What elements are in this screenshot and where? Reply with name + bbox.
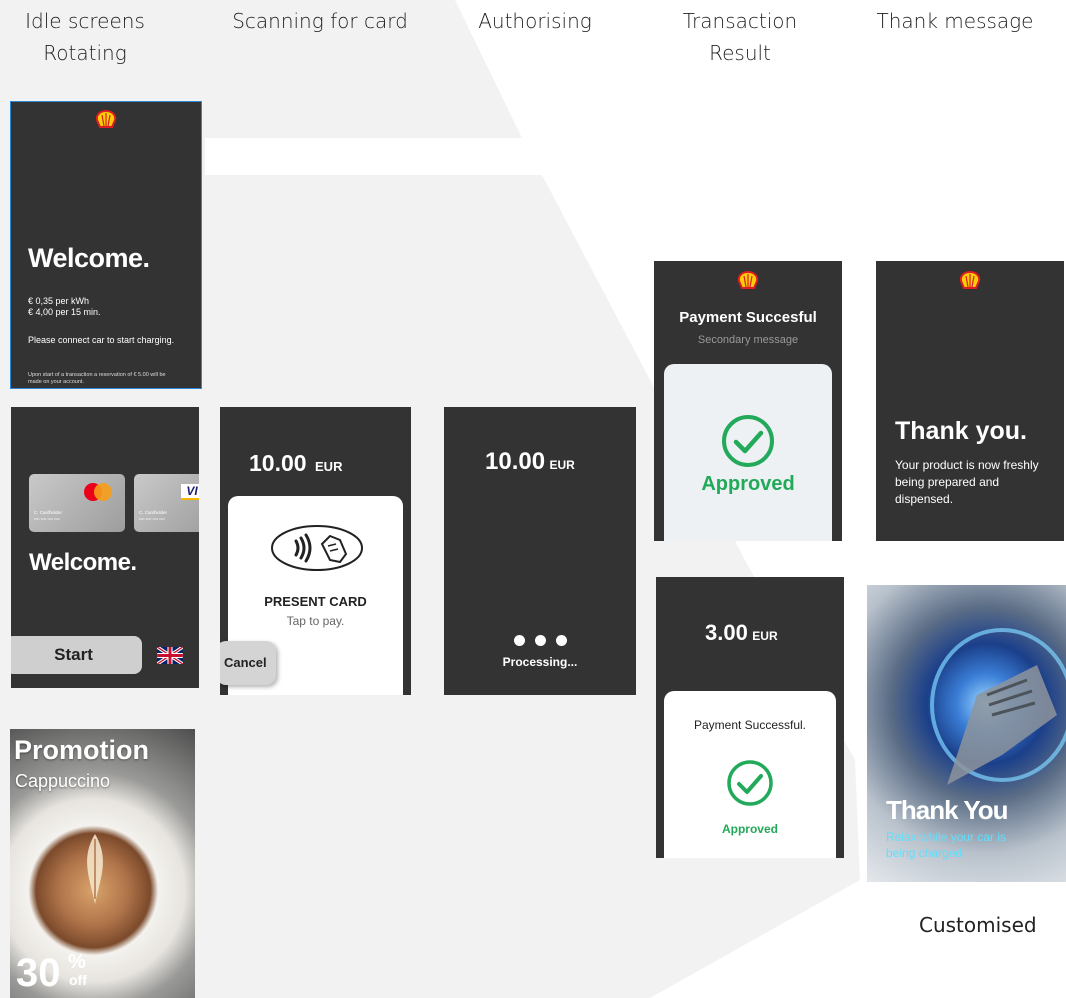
card-holder: C. Cardholder	[139, 510, 168, 515]
amount-row: 3.00 EUR	[705, 620, 778, 646]
check-circle-icon	[727, 760, 773, 806]
column-heading-result: Transaction Result	[682, 9, 798, 65]
contactless-icon	[271, 525, 363, 571]
secondary-message: Secondary message	[697, 334, 799, 346]
shell-logo-icon	[737, 271, 759, 289]
progress-dots	[444, 633, 636, 651]
approved-panel: Approved	[664, 364, 832, 541]
amount-value: 10.00	[485, 448, 546, 475]
start-button[interactable]: Start	[11, 636, 142, 674]
shell-logo-icon	[959, 271, 981, 289]
progress-dot	[513, 635, 525, 646]
result-screen-approved: Payment Succesful Secondary message Appr…	[654, 261, 842, 541]
progress-dot	[534, 635, 546, 646]
column-heading-idle: Idle screens Rotating	[25, 9, 145, 65]
payment-title: Payment Succesful	[679, 309, 817, 326]
amount-row: 10.00 EUR	[485, 448, 575, 476]
check-circle-icon	[722, 415, 774, 467]
price-per-kwh: € 0,35 per kWh	[28, 296, 90, 306]
present-card-label: PRESENT CARD	[264, 594, 367, 609]
discount-value: 30	[16, 951, 61, 995]
approved-panel: Payment Successful. Approved	[664, 691, 836, 858]
card-number: •••• •••• •••• ••••	[139, 516, 165, 521]
custom-thank-you-heading: Thank You	[886, 795, 1008, 825]
discount-off: off	[69, 972, 87, 988]
column-heading-scanning: Scanning for card	[232, 9, 408, 33]
tap-to-pay-label: Tap to pay.	[286, 614, 345, 628]
connect-instruction: Please connect car to start charging.	[28, 335, 175, 345]
visa-logo-icon: VI	[181, 484, 199, 500]
amount-value: 3.00	[705, 620, 748, 645]
amount-row: 10.00 EUR	[249, 450, 342, 477]
card-number: •••• •••• •••• ••••	[34, 516, 60, 521]
processing-label: Processing...	[502, 655, 578, 669]
cancel-button[interactable]: Cancel	[220, 641, 276, 685]
currency-label: EUR	[315, 459, 343, 474]
mastercard-icon	[84, 483, 112, 501]
visa-card: VI C. Cardholder •••• •••• •••• ••••	[134, 474, 199, 532]
thank-you-heading: Thank you.	[895, 417, 1027, 445]
promotion-title: Promotion	[14, 735, 149, 765]
currency-label: EUR	[752, 629, 778, 643]
welcome-heading: Welcome.	[28, 243, 150, 273]
thank-you-body: Your product is now freshly being prepar…	[895, 458, 1039, 506]
custom-thank-you-screen: Thank You Relax while your car is being …	[867, 585, 1066, 882]
customised-caption: Customised	[919, 913, 1037, 937]
authorising-screen: 10.00 EUR Processing...	[444, 407, 636, 695]
uk-flag-icon[interactable]	[157, 647, 183, 664]
idle-screen-start: C. Cardholder •••• •••• •••• •••• VI C. …	[11, 407, 199, 688]
discount-percent: %	[68, 951, 86, 973]
idle-screen-welcome: Welcome. € 0,35 per kWh € 4,00 per 15 mi…	[10, 101, 202, 389]
progress-dot	[555, 635, 567, 646]
payment-title: Payment Successful.	[693, 718, 807, 732]
result-screen-amount: 3.00 EUR Payment Successful. Approved	[656, 577, 844, 858]
promotion-screen: Promotion Cappuccino 30 % off	[10, 729, 195, 998]
card-holder: C. Cardholder	[34, 510, 63, 515]
price-per-time: € 4,00 per 15 min.	[28, 307, 101, 317]
scanning-screen: 10.00 EUR PRESENT CARD Tap to pay. Cance…	[220, 407, 411, 695]
column-heading-thanks: Thank message	[876, 9, 1034, 33]
shell-logo-icon	[95, 110, 117, 128]
promotion-product: Cappuccino	[15, 771, 111, 791]
currency-label: EUR	[549, 458, 575, 472]
mastercard-card: C. Cardholder •••• •••• •••• ••••	[29, 474, 125, 532]
welcome-heading: Welcome.	[29, 549, 137, 576]
thank-you-screen: Thank you. Your product is now freshly b…	[876, 261, 1064, 541]
amount-value: 10.00	[249, 450, 307, 476]
custom-thank-you-body: Relax while your car is being charged	[886, 830, 1007, 860]
ev-charger-plug-icon	[930, 628, 1066, 785]
approved-label: Approved	[701, 473, 795, 495]
reservation-fineprint: Upon start of a transaction a reservatio…	[28, 372, 166, 385]
column-heading-authorising: Authorising	[478, 9, 592, 33]
latte-art-icon	[87, 834, 103, 904]
approved-label: Approved	[721, 822, 778, 836]
